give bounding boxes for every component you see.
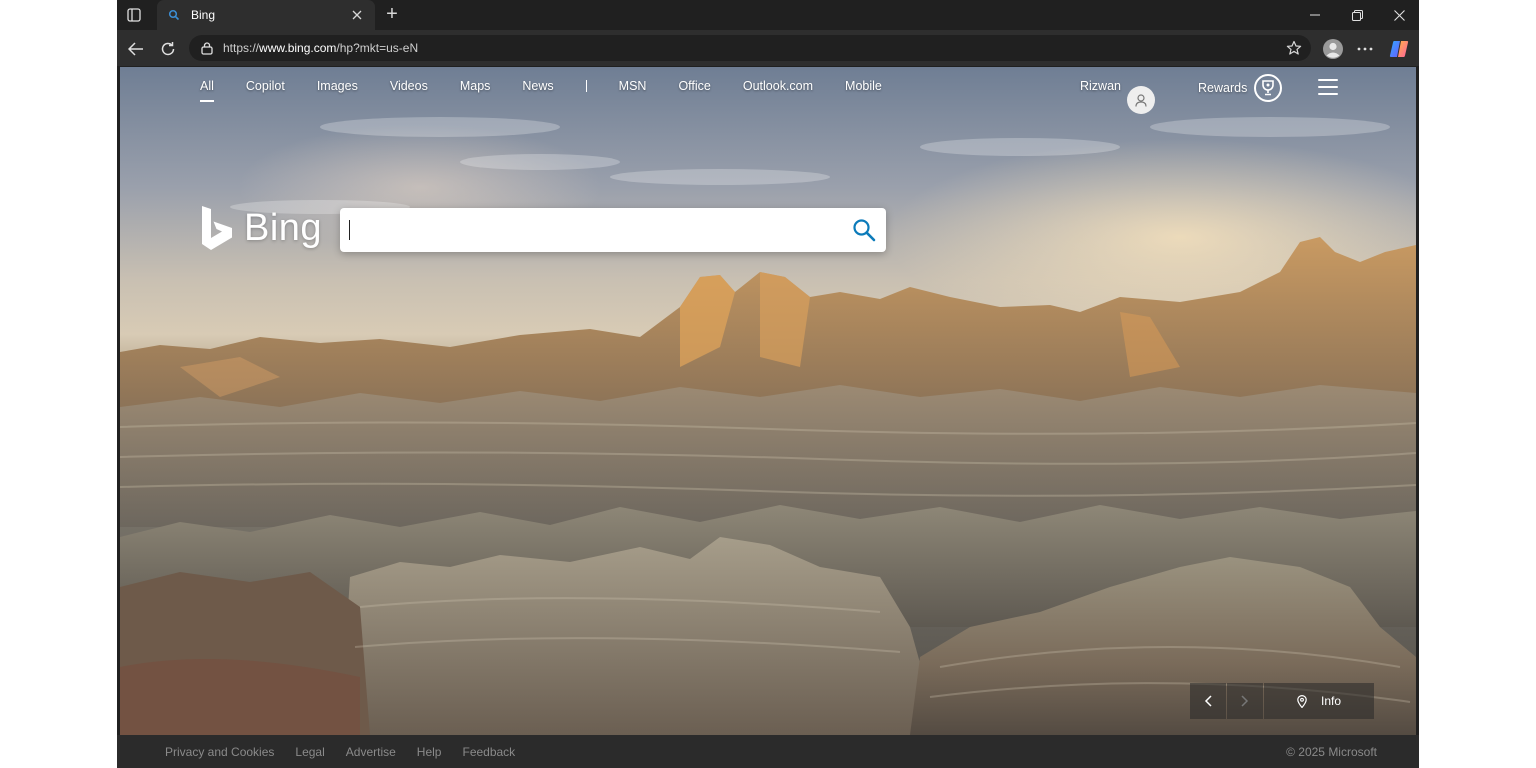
new-tab-button[interactable]: + xyxy=(381,4,403,26)
nav-all[interactable]: All xyxy=(200,79,214,102)
nav-videos[interactable]: Videos xyxy=(390,79,428,93)
image-navigation: Info xyxy=(1190,683,1374,719)
window-close-icon[interactable] xyxy=(1379,0,1419,30)
text-caret xyxy=(349,220,350,240)
bing-logo-text: Bing xyxy=(244,206,323,249)
more-icon[interactable] xyxy=(1353,37,1377,61)
user-name[interactable]: Rizwan xyxy=(1080,79,1121,93)
address-toolbar: https://www.bing.com/hp?mkt=us-eN xyxy=(117,30,1419,66)
nav-news[interactable]: News xyxy=(522,79,553,93)
rewards-trophy-icon[interactable] xyxy=(1254,74,1282,102)
profile-icon[interactable] xyxy=(1321,37,1345,61)
previous-image-button[interactable] xyxy=(1190,683,1226,719)
bing-footer: Privacy and Cookies Legal Advertise Help… xyxy=(117,735,1419,768)
rewards-label[interactable]: Rewards xyxy=(1198,81,1247,95)
star-icon[interactable] xyxy=(1285,39,1303,57)
nav-copilot[interactable]: Copilot xyxy=(246,79,285,93)
nav-images[interactable]: Images xyxy=(317,79,358,93)
back-icon[interactable] xyxy=(125,38,147,60)
nav-mobile[interactable]: Mobile xyxy=(845,79,882,93)
bing-logo[interactable]: Bing xyxy=(200,205,322,251)
address-bar[interactable]: https://www.bing.com/hp?mkt=us-eN xyxy=(189,35,1311,61)
refresh-icon[interactable] xyxy=(157,38,179,60)
tab-bing[interactable]: Bing xyxy=(157,0,375,30)
tab-actions-icon[interactable] xyxy=(125,6,143,24)
copyright-text: © 2025 Microsoft xyxy=(1286,745,1377,759)
minimize-icon[interactable] xyxy=(1295,0,1335,30)
close-icon[interactable] xyxy=(349,7,365,23)
restore-icon[interactable] xyxy=(1337,0,1377,30)
search-box xyxy=(340,208,886,252)
nav-outlook[interactable]: Outlook.com xyxy=(743,79,813,93)
bing-logo-icon xyxy=(202,206,232,250)
footer-link-legal[interactable]: Legal xyxy=(295,745,324,759)
background-landscape-image xyxy=(120,117,1416,735)
bing-top-nav: All Copilot Images Videos Maps News MSN … xyxy=(200,79,914,102)
search-icon xyxy=(167,8,181,22)
bing-homepage: All Copilot Images Videos Maps News MSN … xyxy=(120,67,1416,735)
footer-link-advertise[interactable]: Advertise xyxy=(346,745,396,759)
lock-icon[interactable] xyxy=(199,40,215,56)
browser-window: Bing + https://www.bing.com/hp?mkt=us-eN… xyxy=(117,0,1419,768)
avatar[interactable] xyxy=(1127,86,1155,114)
footer-link-privacy[interactable]: Privacy and Cookies xyxy=(165,745,274,759)
footer-link-help[interactable]: Help xyxy=(417,745,442,759)
nav-divider xyxy=(585,80,587,92)
menu-icon[interactable] xyxy=(1318,79,1338,95)
image-info-button[interactable]: Info xyxy=(1264,683,1374,719)
footer-link-feedback[interactable]: Feedback xyxy=(462,745,515,759)
search-input[interactable] xyxy=(340,208,842,252)
tab-strip: Bing + xyxy=(117,0,1419,30)
nav-maps[interactable]: Maps xyxy=(460,79,491,93)
copilot-icon[interactable] xyxy=(1387,37,1411,61)
location-pin-icon xyxy=(1297,694,1307,708)
tab-title: Bing xyxy=(191,8,216,22)
search-icon[interactable] xyxy=(842,208,886,252)
url-text: https://www.bing.com/hp?mkt=us-eN xyxy=(223,41,419,55)
next-image-button[interactable] xyxy=(1227,683,1263,719)
image-info-label: Info xyxy=(1320,694,1341,708)
nav-office[interactable]: Office xyxy=(678,79,710,93)
nav-msn[interactable]: MSN xyxy=(619,79,647,93)
